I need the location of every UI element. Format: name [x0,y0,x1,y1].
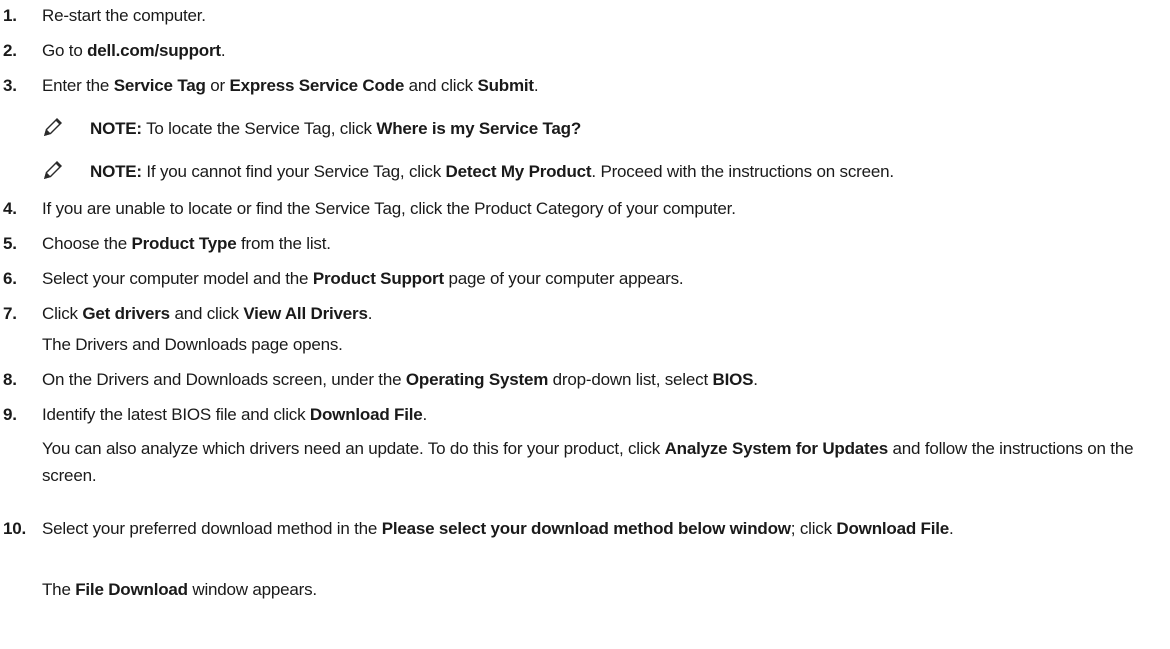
step-10-result: The File Download window appears. [42,579,1160,601]
note-body: To locate the Service Tag, click Where i… [142,119,581,138]
text-run: drop-down list, select [548,370,713,389]
step-7-result: The Drivers and Downloads page opens. [42,334,1160,356]
text-run: Select your computer model and the [42,269,313,288]
step-text: On the Drivers and Downloads screen, und… [42,369,1170,391]
text-run: If you are unable to locate or find the … [42,199,736,218]
text-run: . [367,304,373,323]
bold-term: Product Support [312,269,444,288]
bold-term: Download File [836,519,950,538]
text-run: window appears. [187,580,317,599]
bold-term: Analyze System for Updates [664,439,889,458]
bold-term: Get drivers [82,304,170,323]
step-text: Re-start the computer. [42,5,1170,27]
step-number: 7. [3,304,17,323]
step-number: 1. [3,6,17,25]
step-9-detail: You can also analyze which drivers need … [42,435,1160,489]
text-run: or [205,76,230,95]
step-number: 5. [3,234,17,253]
text-run: . [533,76,539,95]
text-run: and click [404,76,478,95]
text-run: . [422,405,428,424]
bold-term: Product Type [131,234,237,253]
pencil-note-icon [42,116,64,138]
step-text: Click Get drivers and click View All Dri… [42,303,1170,325]
step-number: 10. [3,519,27,538]
text-run: . Proceed with the instructions on scree… [591,162,894,181]
bold-term: Where is my Service Tag? [376,119,582,138]
note-text: NOTE: If you cannot find your Service Ta… [90,161,894,183]
step-text: Identify the latest BIOS file and click … [42,404,1170,426]
text-run: On the Drivers and Downloads screen, und… [42,370,406,389]
text-run: Select your preferred download method in… [42,519,382,538]
bold-term: File Download [75,580,188,599]
bold-term: Submit [477,76,534,95]
pencil-note-icon [42,159,64,181]
note-body: If you cannot find your Service Tag, cli… [142,162,894,181]
text-run: . [220,41,226,60]
text-run: Choose the [42,234,132,253]
note-text: NOTE: To locate the Service Tag, click W… [90,118,581,140]
step-number: 8. [3,370,17,389]
text-run: . [949,519,954,538]
bold-term: Download File [309,405,423,424]
text-run: Re-start the computer. [42,6,206,25]
bold-term: Operating System [405,370,549,389]
text-run: and click [169,304,244,323]
text-run: The [42,580,76,599]
bold-term: View All Drivers [243,304,368,323]
text-run: page of your computer appears. [443,269,684,288]
text-run: Enter the [42,76,114,95]
bold-term: Service Tag [113,76,206,95]
text-run: The Drivers and Downloads page opens. [42,335,343,354]
note-label: NOTE: [90,119,142,138]
text-run: If you cannot find your Service Tag, cli… [141,162,446,181]
step-number: 6. [3,269,17,288]
bold-term: Please select your download method below… [381,519,791,538]
text-run: from the list. [236,234,331,253]
text-run: ; click [790,519,837,538]
step-text: Go to dell.com/support. [42,40,1170,62]
text-run: You can also analyze which drivers need … [42,439,665,458]
step-number: 9. [3,405,17,424]
step-text: Select your computer model and the Produ… [42,268,1170,290]
step-text: Enter the Service Tag or Express Service… [42,75,1170,97]
text-run: Go to [42,41,88,60]
text-run: Click [42,304,83,323]
bold-term: dell.com/support [87,41,221,60]
bold-term: Detect My Product [445,162,592,181]
step-text: Choose the Product Type from the list. [42,233,1170,255]
text-run: Identify the latest BIOS file and click [42,405,310,424]
document: 1. Re-start the computer. 2. Go to dell.… [0,0,1170,649]
bold-term: Express Service Code [229,76,405,95]
bold-term: BIOS [712,370,754,389]
text-run: To locate the Service Tag, click [141,119,377,138]
step-text: Select your preferred download method in… [42,517,1160,541]
note-label: NOTE: [90,162,142,181]
step-number: 2. [3,41,17,60]
text-run: . [753,370,758,389]
step-number: 4. [3,199,17,218]
step-number: 3. [3,76,17,95]
step-text: If you are unable to locate or find the … [42,198,1170,220]
